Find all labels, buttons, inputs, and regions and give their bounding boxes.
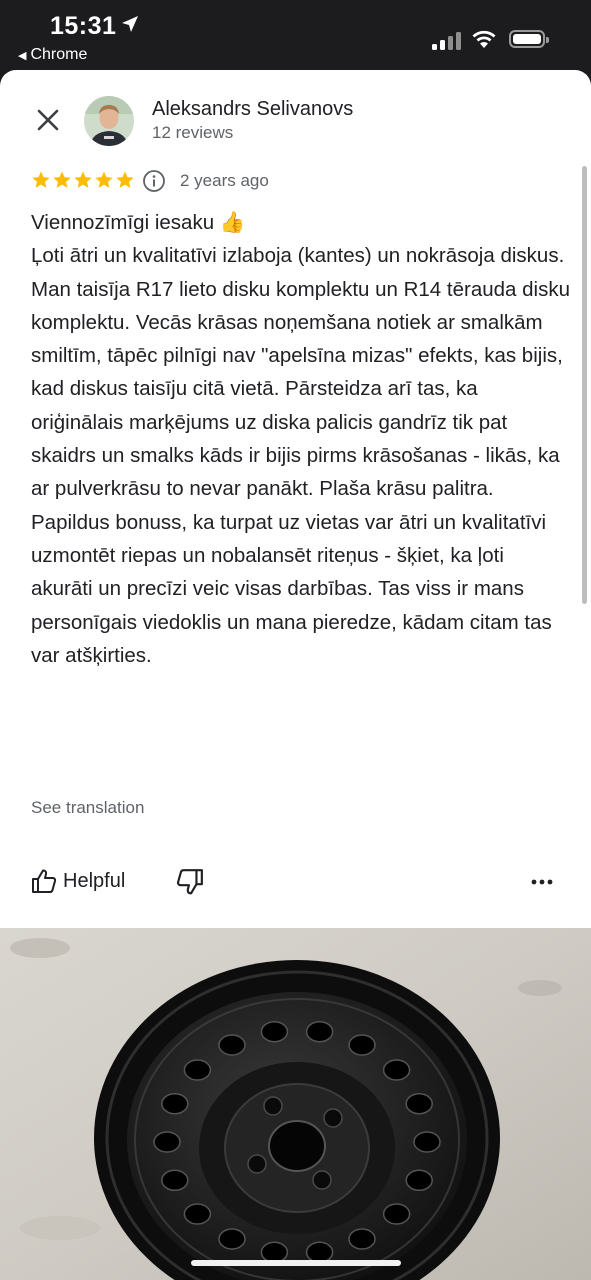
star-icon: [32, 171, 50, 188]
battery-icon: [509, 30, 549, 48]
back-app-label: Chrome: [30, 46, 88, 63]
vent-hole: [348, 1228, 376, 1250]
review-date: 2 years ago: [180, 171, 269, 190]
review-photo[interactable]: [0, 928, 591, 1280]
vent-hole: [153, 1131, 181, 1153]
vent-hole: [161, 1169, 189, 1192]
star-icon: [53, 171, 71, 188]
avatar[interactable]: [84, 96, 134, 146]
close-icon[interactable]: [32, 104, 64, 136]
star-icon: [74, 171, 92, 188]
home-indicator[interactable]: [191, 1260, 401, 1266]
helpful-label: Helpful: [63, 869, 126, 892]
reviewer-photo: [84, 96, 134, 146]
review-sheet: Aleksandrs Selivanovs 12 reviews 2 years…: [0, 70, 591, 1280]
star-rating: [31, 170, 135, 190]
status-bar: 15:31 ◀ Chrome: [0, 0, 591, 70]
vent-hole: [348, 1034, 376, 1056]
back-triangle-icon: ◀: [18, 50, 27, 62]
status-time: 15:31: [50, 12, 117, 40]
signal-icon: [432, 32, 462, 50]
helpful-button[interactable]: Helpful: [31, 866, 125, 896]
more-options-icon[interactable]: [528, 868, 556, 896]
vent-hole: [305, 1020, 334, 1043]
vent-hole: [183, 1059, 212, 1081]
thumbs-up-icon: [32, 869, 57, 893]
vent-hole: [382, 1059, 411, 1081]
vent-hole: [161, 1092, 189, 1115]
vent-hole: [183, 1203, 212, 1225]
star-icon: [116, 171, 134, 188]
vent-hole: [260, 1020, 289, 1043]
vent-hole: [218, 1228, 246, 1250]
see-translation-link[interactable]: See translation: [31, 798, 144, 818]
info-icon[interactable]: [142, 169, 166, 193]
vent-hole: [405, 1092, 433, 1115]
reviewer-name[interactable]: Aleksandrs Selivanovs: [152, 98, 353, 121]
review-count: 12 reviews: [152, 123, 234, 142]
star-icon: [95, 171, 113, 188]
scrollbar[interactable]: [582, 166, 587, 604]
location-arrow-icon: [122, 16, 138, 32]
back-to-app-button[interactable]: ◀ Chrome: [18, 46, 87, 64]
wifi-icon: [472, 30, 496, 48]
vent-hole: [218, 1034, 246, 1056]
review-text: Viennozīmīgi iesaku 👍 Ļoti ātri un kvali…: [31, 211, 570, 667]
vent-hole: [405, 1169, 433, 1192]
vent-hole: [413, 1131, 441, 1153]
vent-hole: [382, 1203, 411, 1225]
thumbs-down-icon[interactable]: [176, 868, 204, 896]
